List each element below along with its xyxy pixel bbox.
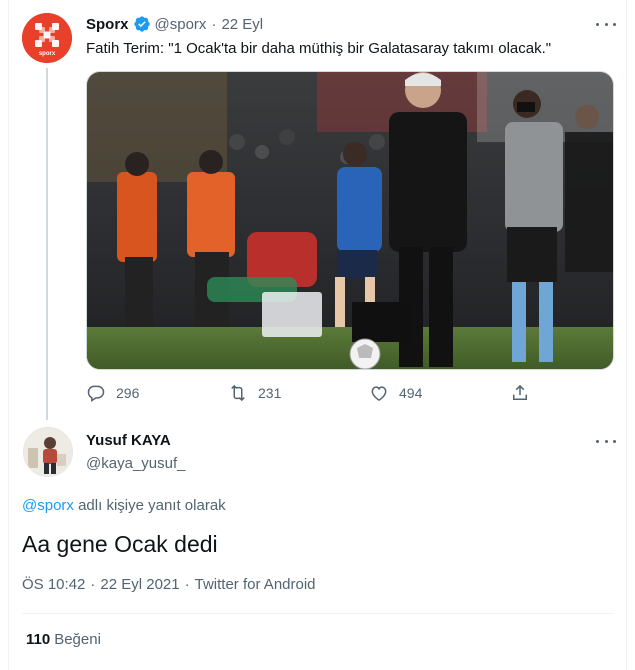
- reply-icon: [87, 385, 105, 402]
- sporx-logo-icon: sporx: [22, 13, 72, 63]
- reply-handle[interactable]: @kaya_yusuf_: [86, 455, 185, 472]
- reply-count: 296: [116, 385, 140, 401]
- yusuf-avatar[interactable]: [23, 427, 73, 477]
- stadium-photo-image: [87, 72, 613, 369]
- share-icon: [513, 384, 527, 400]
- user-profile-photo-icon: [24, 428, 72, 476]
- quoted-handle[interactable]: @sporx: [155, 16, 207, 33]
- divider: [22, 613, 614, 614]
- quoted-date[interactable]: 22 Eyl: [221, 16, 263, 33]
- tweet-date[interactable]: 22 Eyl 2021: [100, 576, 179, 593]
- quoted-display-name[interactable]: Sporx: [86, 16, 129, 33]
- reply-tweet-text: Aa gene Ocak dedi: [22, 531, 218, 557]
- sporx-logo-text: sporx: [39, 51, 56, 57]
- tweet-client[interactable]: Twitter for Android: [195, 576, 316, 593]
- share-action[interactable]: [510, 383, 530, 403]
- replying-to-suffix: adlı kişiye yanıt olarak: [73, 497, 226, 514]
- retweet-count: 231: [258, 385, 282, 401]
- quoted-tweet-text: Fatih Terim: "1 Ocak'ta bir daha müthiş …: [86, 40, 552, 57]
- thread-connector-line: [46, 68, 48, 420]
- quoted-tweet-header: Sporx @sporx · 22 Eyl: [86, 15, 263, 33]
- replying-to-line: @sporx adlı kişiye yanıt olarak: [22, 497, 226, 514]
- reply-more-options-icon[interactable]: [596, 433, 616, 449]
- like-action[interactable]: 494: [369, 383, 422, 403]
- likes-summary[interactable]: 110 Beğeni: [26, 631, 101, 648]
- quoted-more-options-icon[interactable]: [596, 16, 616, 32]
- separator-dot: ·: [90, 576, 96, 593]
- reply-action[interactable]: 296: [86, 383, 139, 403]
- sporx-avatar[interactable]: sporx: [22, 13, 72, 63]
- heart-icon: [371, 386, 387, 401]
- replying-to-link[interactable]: @sporx: [22, 497, 74, 514]
- quoted-tweet-actions: 296 231 494: [86, 383, 536, 405]
- retweet-icon: [231, 384, 245, 402]
- tweet-time[interactable]: ÖS 10:42: [22, 576, 85, 593]
- likes-label: Beğeni: [54, 631, 101, 648]
- separator-dot: ·: [211, 15, 217, 33]
- reply-display-name[interactable]: Yusuf KAYA: [86, 432, 171, 449]
- separator-dot: ·: [184, 576, 190, 593]
- verified-badge-icon: [133, 15, 151, 33]
- tweet-thread: sporx Sporx @sporx · 22 Eyl Fatih Terim:…: [0, 0, 635, 670]
- like-count: 494: [399, 385, 423, 401]
- tweet-photo[interactable]: [86, 71, 614, 370]
- tweet-metadata: ÖS 10:42 · 22 Eyl 2021 · Twitter for Android: [22, 576, 316, 593]
- likes-count: 110: [26, 631, 51, 648]
- retweet-action[interactable]: 231: [228, 383, 281, 403]
